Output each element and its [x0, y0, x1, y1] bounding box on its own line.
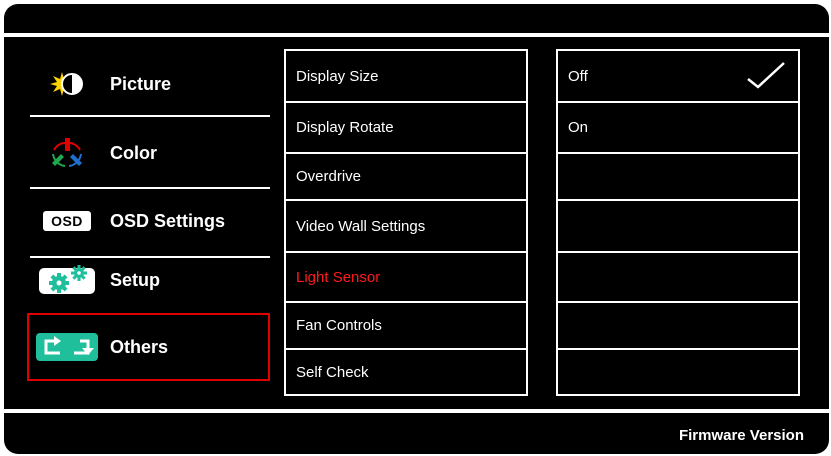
option-label: On [568, 119, 589, 136]
menu-item-fan-controls[interactable]: Fan Controls [286, 303, 526, 350]
checkmark-icon [746, 61, 786, 93]
option-empty [558, 201, 798, 253]
sidebar-item-picture[interactable]: Picture [30, 55, 270, 113]
others-icon [36, 332, 98, 362]
osd-badge: OSD [43, 211, 91, 231]
sidebar-item-setup[interactable]: Setup [30, 251, 270, 309]
menu-item-light-sensor[interactable]: Light Sensor [286, 253, 526, 303]
option-on[interactable]: On [558, 103, 798, 154]
osd-panel: Picture Color OSD OSD Settings Setup Oth… [4, 4, 829, 454]
footer-bar: Firmware Version [4, 414, 829, 454]
menu-item-display-size[interactable]: Display Size [286, 51, 526, 103]
option-off[interactable]: Off [558, 51, 798, 103]
sidebar-item-label: Setup [110, 269, 161, 290]
menu-item-self-check[interactable]: Self Check [286, 350, 526, 394]
top-divider [4, 33, 829, 37]
sidebar-item-label: Picture [110, 73, 172, 94]
menu-item-label: Display Rotate [296, 119, 394, 136]
option-label: Off [568, 67, 588, 85]
option-empty [558, 303, 798, 350]
setup-icon [36, 265, 98, 295]
option-empty [558, 350, 798, 394]
sidebar-divider [30, 187, 270, 189]
menu-list: Display Size Display Rotate Overdrive Vi… [284, 49, 528, 396]
menu-item-label: Light Sensor [296, 268, 381, 286]
menu-item-video-wall-settings[interactable]: Video Wall Settings [286, 201, 526, 253]
menu-item-label: Fan Controls [296, 317, 382, 334]
option-empty [558, 253, 798, 303]
bottom-divider [4, 409, 829, 413]
menu-item-label: Display Size [296, 67, 379, 85]
menu-item-label: Video Wall Settings [296, 217, 426, 235]
menu-item-label: Self Check [296, 363, 369, 381]
sidebar-divider [30, 115, 270, 117]
sidebar-item-label: Color [110, 142, 157, 163]
sidebar-item-others[interactable]: Others [30, 318, 270, 376]
picture-icon [36, 69, 98, 99]
sidebar-item-label: OSD Settings [110, 210, 226, 231]
options-list: Off On [556, 49, 800, 396]
option-empty [558, 154, 798, 201]
sidebar-item-osd-settings[interactable]: OSD OSD Settings [30, 192, 270, 250]
color-icon [36, 138, 98, 168]
menu-item-label: Overdrive [296, 168, 362, 185]
menu-item-display-rotate[interactable]: Display Rotate [286, 103, 526, 154]
menu-item-overdrive[interactable]: Overdrive [286, 154, 526, 201]
osd-icon: OSD [36, 206, 98, 236]
sidebar-item-color[interactable]: Color [30, 124, 270, 182]
firmware-version-label: Firmware Version [678, 427, 804, 444]
sidebar-item-label: Others [110, 336, 169, 357]
